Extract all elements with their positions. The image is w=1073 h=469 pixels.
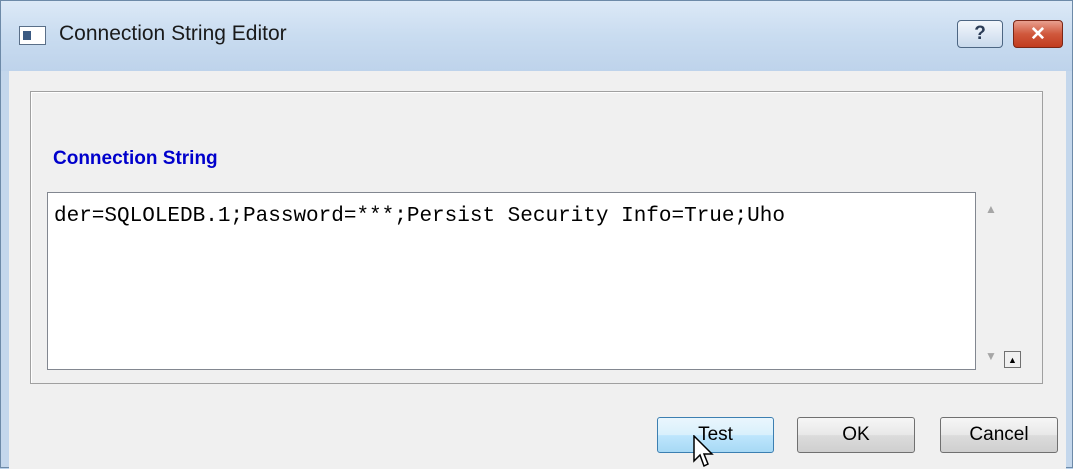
mouse-pointer-icon bbox=[693, 435, 714, 468]
help-button[interactable]: ? bbox=[957, 20, 1003, 48]
connection-string-label: Connection String bbox=[53, 148, 218, 169]
test-button[interactable]: Test bbox=[657, 417, 774, 453]
ok-button[interactable]: OK bbox=[797, 417, 915, 453]
connection-string-group: Connection String der=SQLOLEDB.1;Passwor… bbox=[30, 91, 1043, 384]
close-button[interactable]: ✕ bbox=[1013, 20, 1063, 48]
cancel-button[interactable]: Cancel bbox=[940, 417, 1058, 453]
dialog-client-area: Connection String der=SQLOLEDB.1;Passwor… bbox=[9, 71, 1066, 469]
scroll-up-arrow-icon[interactable]: ▲ bbox=[985, 202, 997, 216]
scroll-down-arrow-icon[interactable]: ▼ bbox=[985, 349, 997, 363]
expand-button[interactable]: ▲ bbox=[1004, 351, 1021, 368]
title-bar[interactable]: Connection String Editor ? ✕ bbox=[1, 1, 1072, 71]
connection-string-textarea[interactable]: der=SQLOLEDB.1;Password=***;Persist Secu… bbox=[47, 192, 976, 370]
app-window-icon bbox=[19, 26, 46, 45]
window-title: Connection String Editor bbox=[59, 22, 287, 45]
connection-string-editor-window: Connection String Editor ? ✕ Connection … bbox=[0, 0, 1073, 469]
